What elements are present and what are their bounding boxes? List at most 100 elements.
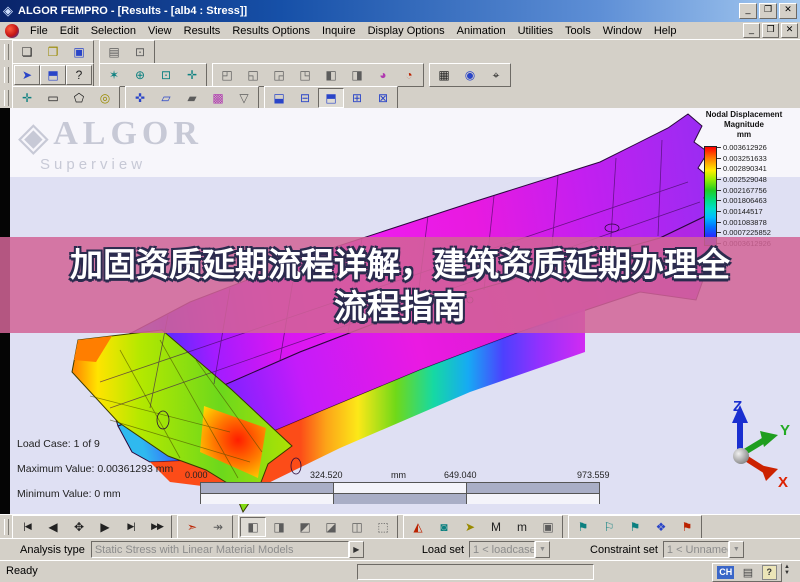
constraint-set-combo[interactable]: 1 < Unnamed > (662, 541, 729, 558)
mdi-restore-button[interactable]: ❐ (762, 23, 779, 38)
open-file-icon[interactable]: ❐ (40, 41, 66, 62)
zoom-window-icon[interactable]: ⊡ (153, 65, 179, 85)
menu-edit[interactable]: Edit (54, 23, 85, 39)
close-button[interactable]: ✕ (779, 3, 797, 19)
pan-icon[interactable]: ✛ (179, 65, 205, 85)
menu-selection[interactable]: Selection (85, 23, 142, 39)
print-preview-icon[interactable]: ⊡ (127, 41, 153, 62)
edge-display-icon[interactable]: ⊟ (292, 87, 318, 108)
shaded-render-icon[interactable]: ◉ (457, 65, 483, 85)
view-top-icon[interactable]: ◲ (266, 65, 292, 85)
menu-window[interactable]: Window (597, 23, 648, 39)
minimize-button[interactable]: _ (739, 3, 757, 19)
new-file-icon[interactable]: ❏ (14, 41, 40, 62)
animate-icon[interactable]: ➣ (179, 516, 205, 537)
mesh-cube-icon[interactable]: ▩ (205, 87, 231, 108)
mdi-minimize-button[interactable]: _ (743, 23, 760, 38)
outline-view-icon[interactable]: ⬚ (370, 516, 396, 537)
element-display-icon[interactable]: ⊠ (370, 87, 396, 108)
probe-3-icon[interactable]: ⚑ (622, 516, 648, 537)
filter-icon[interactable]: ▽ (231, 87, 257, 108)
probe-5-icon[interactable]: ⚑ (674, 516, 700, 537)
toolbar-grip[interactable] (4, 67, 9, 83)
last-frame-icon[interactable]: ▶▶ (144, 516, 170, 537)
camera-capture-icon[interactable]: ◙ (431, 516, 457, 537)
legend-tick-values: 0.003612926 0.003251633 0.002890341 0.00… (717, 144, 771, 248)
constraint-set-arrow-button[interactable]: ▼ (728, 541, 744, 558)
probe-cursor-icon[interactable]: ➤ (457, 516, 483, 537)
ghost-view-icon[interactable]: ◫ (344, 516, 370, 537)
probe-2-icon[interactable]: ⚐ (596, 516, 622, 537)
printer-icon[interactable]: ▤ (743, 566, 753, 579)
contour-display-icon[interactable]: ⬒ (318, 87, 344, 108)
view-right-icon[interactable]: ◨ (344, 65, 370, 85)
menu-results-options[interactable]: Results Options (226, 23, 316, 39)
status-spinner[interactable]: ▲ ▼ (784, 564, 790, 576)
algor-diamond-logo: ◈ (18, 115, 49, 159)
probe-1-icon[interactable]: ⚑ (570, 516, 596, 537)
shaded-cube-icon[interactable]: ▰ (179, 87, 205, 108)
animate-view-icon[interactable]: ◪ (318, 516, 344, 537)
menu-display-options[interactable]: Display Options (362, 23, 451, 39)
add-point-icon[interactable]: ✜ (127, 87, 153, 108)
displaced-view-icon[interactable]: ◧ (240, 516, 266, 537)
presentation-icon[interactable]: ⬒ (40, 65, 66, 85)
fast-forward-icon[interactable]: ↠ (205, 516, 231, 537)
analysis-type-arrow-button[interactable]: ▶ (348, 541, 364, 558)
toolbar-grip[interactable] (4, 43, 9, 60)
surface-display-icon[interactable]: ⬓ (266, 87, 292, 108)
spinner-down-icon[interactable]: ▼ (784, 570, 790, 576)
current-frame-icon[interactable]: ✥ (66, 516, 92, 537)
menu-view[interactable]: View (142, 23, 178, 39)
play-icon[interactable]: ▶ (92, 516, 118, 537)
iso-view-2-icon[interactable]: ◔ (396, 65, 422, 85)
menu-tools[interactable]: Tools (559, 23, 597, 39)
mdi-close-button[interactable]: ✕ (781, 23, 798, 38)
view-bottom-icon[interactable]: ◳ (292, 65, 318, 85)
context-help-icon[interactable]: ➤ (14, 65, 40, 85)
menu-help[interactable]: Help (648, 23, 683, 39)
load-set-combo[interactable]: 1 < loadcase1 > (469, 541, 536, 558)
first-frame-icon[interactable]: |◀ (14, 516, 40, 537)
max-marker-icon[interactable]: ◭ (405, 516, 431, 537)
pattern-view-icon[interactable]: ▦ (431, 65, 457, 85)
menu-utilities[interactable]: Utilities (512, 23, 559, 39)
zoom-in-icon[interactable]: ⊕ (127, 65, 153, 85)
select-rectangle-icon[interactable]: ▭ (40, 87, 66, 108)
save-file-icon[interactable]: ▣ (66, 41, 92, 62)
language-badge[interactable]: CH (717, 566, 735, 579)
help-icon[interactable]: ? (66, 65, 92, 85)
iso-view-icon[interactable]: ◕ (370, 65, 396, 85)
next-frame-icon[interactable]: ▶| (118, 516, 144, 537)
restore-button[interactable]: ❐ (759, 3, 777, 19)
toolbar-grip[interactable] (4, 89, 9, 106)
view-left-icon[interactable]: ◧ (318, 65, 344, 85)
find-icon[interactable]: ⌖ (483, 65, 509, 85)
previous-frame-icon[interactable]: ◀ (40, 516, 66, 537)
legend-value: 0.001806463 (717, 197, 771, 205)
select-move-icon[interactable]: ✛ (14, 87, 40, 108)
probe-4-icon[interactable]: ❖ (648, 516, 674, 537)
print-icon[interactable]: ▤ (101, 41, 127, 62)
view-back-icon[interactable]: ◱ (240, 65, 266, 85)
legend-toggle-icon[interactable]: ▣ (535, 516, 561, 537)
zoom-extents-icon[interactable]: ✶ (101, 65, 127, 85)
menu-results[interactable]: Results (178, 23, 227, 39)
status-help-icon[interactable]: ? (761, 565, 777, 580)
view-front-icon[interactable]: ◰ (214, 65, 240, 85)
analysis-type-combo[interactable]: Static Stress with Linear Material Model… (90, 541, 349, 558)
overlay-view-icon[interactable]: ◩ (292, 516, 318, 537)
menu-inquire[interactable]: Inquire (316, 23, 362, 39)
undisplaced-view-icon[interactable]: ◨ (266, 516, 292, 537)
show-maximum-icon[interactable]: M (483, 516, 509, 537)
zoom-circle-icon[interactable]: ◎ (92, 87, 118, 108)
select-polygon-icon[interactable]: ⬠ (66, 87, 92, 108)
show-minimum-icon[interactable]: m (509, 516, 535, 537)
algor-watermark: ◈ ALGOR Superview (18, 114, 203, 173)
mesh-display-icon[interactable]: ⊞ (344, 87, 370, 108)
load-set-arrow-button[interactable]: ▼ (535, 541, 551, 558)
menu-animation[interactable]: Animation (451, 23, 512, 39)
toolbar-grip[interactable] (4, 518, 9, 535)
menu-file[interactable]: File (24, 23, 54, 39)
wireframe-cube-icon[interactable]: ▱ (153, 87, 179, 108)
